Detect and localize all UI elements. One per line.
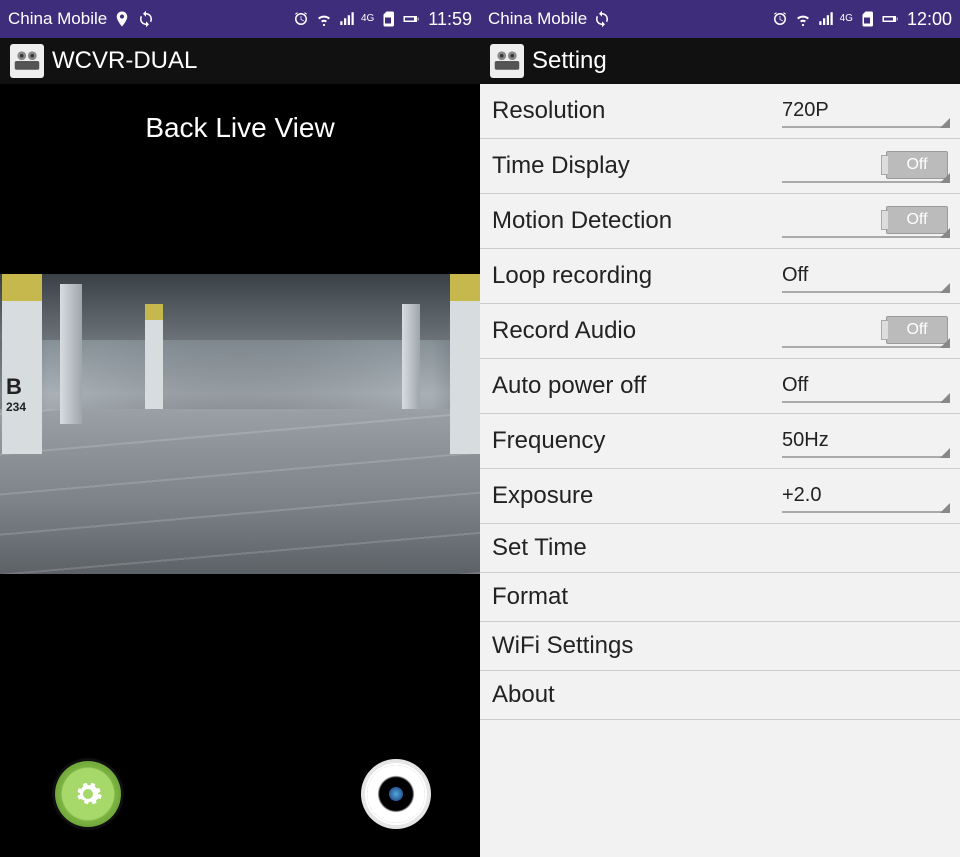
settings-list: Resolution 720P Time Display Off Motion … [480,84,960,857]
app-title: WCVR-DUAL [52,47,197,75]
setting-control: Off [782,314,948,348]
garage-sign: B 234 [6,374,26,414]
setting-motion-detection[interactable]: Motion Detection Off [480,194,960,249]
setting-label: Loop recording [492,262,782,290]
setting-format[interactable]: Format [480,573,960,622]
setting-control: Off [782,204,948,238]
setting-record-audio[interactable]: Record Audio Off [480,304,960,359]
bottom-controls [0,761,480,827]
battery-icon [402,10,420,28]
app-header-right: Setting [480,38,960,84]
status-time: 11:59 [428,9,472,30]
sim-icon [379,10,397,28]
status-time: 12:00 [907,9,952,30]
setting-set-time[interactable]: Set Time [480,524,960,573]
camera-feed[interactable]: B 234 [0,274,480,574]
sync-icon [593,10,611,28]
setting-resolution[interactable]: Resolution 720P [480,84,960,139]
signal-icon [817,10,835,28]
network-4g-label: 4G [840,14,853,24]
app-icon [490,44,524,78]
signal-icon [338,10,356,28]
setting-time-display[interactable]: Time Display Off [480,139,960,194]
setting-frequency[interactable]: Frequency 50Hz [480,414,960,469]
setting-label: Record Audio [492,317,782,345]
location-icon [113,10,131,28]
setting-label: Time Display [492,152,782,180]
dropdown-caret-icon [940,118,950,128]
live-view-area: Back Live View B 234 [0,84,480,857]
setting-label: Set Time [492,534,948,562]
alarm-icon [771,10,789,28]
sync-icon [137,10,155,28]
dropdown-caret-icon [940,393,950,403]
setting-select[interactable]: Off [782,259,948,293]
setting-control: Off [782,149,948,183]
app-title: Setting [532,47,607,75]
setting-exposure[interactable]: Exposure +2.0 [480,469,960,524]
dropdown-caret-icon [940,448,950,458]
carrier-label: China Mobile [8,9,107,29]
app-header-left: WCVR-DUAL [0,38,480,84]
alarm-icon [292,10,310,28]
setting-label: Motion Detection [492,207,782,235]
carrier-label: China Mobile [488,9,587,29]
setting-label: About [492,681,948,709]
wifi-icon [794,10,812,28]
dropdown-caret-icon [940,173,950,183]
settings-button[interactable] [55,761,121,827]
setting-label: Exposure [492,482,782,510]
phone-right-settings: China Mobile 4G 12:00 Setting Resolution… [480,0,960,857]
network-4g-label: 4G [361,14,374,24]
setting-label: Auto power off [492,372,782,400]
phone-left-live-view: China Mobile 4G 11:59 WCVR-DUAL Back Liv… [0,0,480,857]
setting-label: Format [492,583,948,611]
toggle-switch[interactable]: Off [886,151,948,179]
status-bar-right: China Mobile 4G 12:00 [480,0,960,38]
setting-loop-recording[interactable]: Loop recording Off [480,249,960,304]
status-bar-left: China Mobile 4G 11:59 [0,0,480,38]
setting-auto-power-off[interactable]: Auto power off Off [480,359,960,414]
setting-wifi[interactable]: WiFi Settings [480,622,960,671]
toggle-switch[interactable]: Off [886,206,948,234]
dropdown-caret-icon [940,228,950,238]
toggle-switch[interactable]: Off [886,316,948,344]
sim-icon [858,10,876,28]
setting-label: Frequency [492,427,782,455]
wifi-icon [315,10,333,28]
setting-select[interactable]: 50Hz [782,424,948,458]
setting-select[interactable]: +2.0 [782,479,948,513]
setting-label: Resolution [492,97,782,125]
live-view-title: Back Live View [0,84,480,144]
capture-button[interactable] [367,765,425,823]
setting-label: WiFi Settings [492,632,948,660]
dropdown-caret-icon [940,338,950,348]
dropdown-caret-icon [940,283,950,293]
battery-icon [881,10,899,28]
dropdown-caret-icon [940,503,950,513]
setting-select[interactable]: Off [782,369,948,403]
setting-select[interactable]: 720P [782,94,948,128]
setting-about[interactable]: About [480,671,960,720]
app-icon [10,44,44,78]
